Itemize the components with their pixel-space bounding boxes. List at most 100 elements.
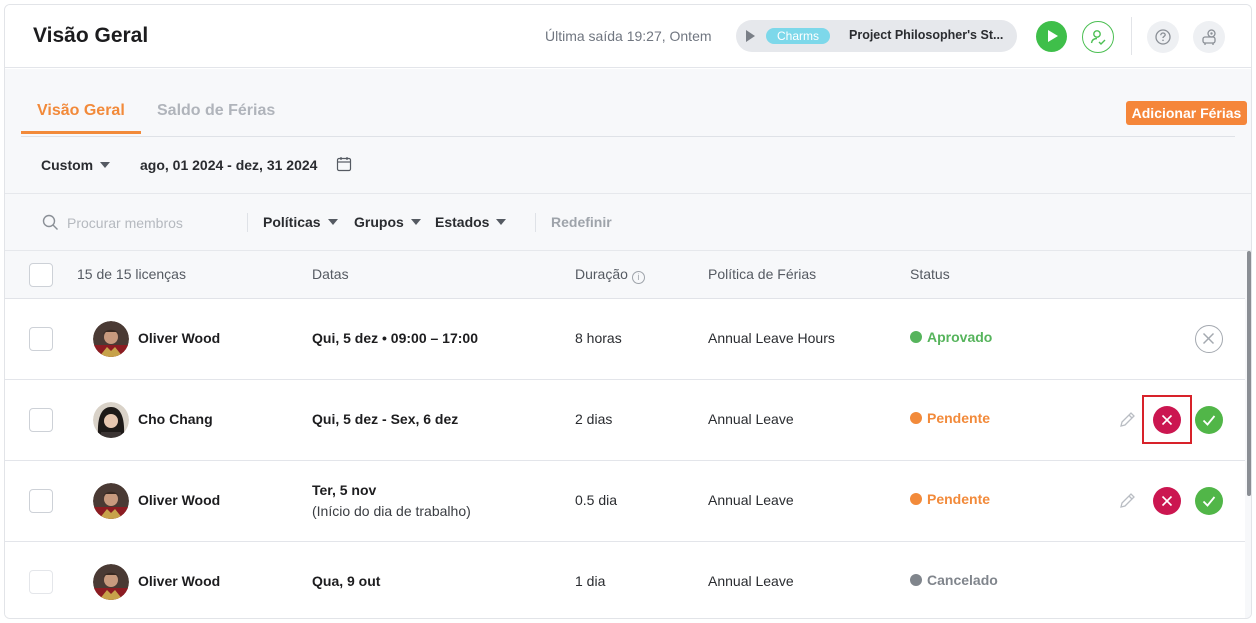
reject-leave-button[interactable]: [1153, 487, 1181, 515]
checkmark-icon: [1202, 496, 1216, 507]
leave-dates: Qui, 5 dez • 09:00 – 17:00: [312, 330, 478, 346]
avatar: [93, 402, 129, 438]
tab-overview[interactable]: Visão Geral: [37, 102, 125, 120]
edit-leave-button[interactable]: [1112, 406, 1140, 434]
states-dropdown[interactable]: Estados: [435, 214, 507, 230]
date-range-value[interactable]: ago, 01 2024 - dez, 31 2024: [140, 157, 317, 173]
row-checkbox[interactable]: [29, 327, 53, 351]
project-tag-badge: Charms: [766, 28, 830, 44]
table-row[interactable]: Oliver Wood Ter, 5 nov (Início do dia de…: [5, 461, 1245, 542]
date-mode-dropdown[interactable]: Custom: [41, 157, 111, 173]
row-checkbox[interactable]: [29, 408, 53, 432]
active-tab-indicator: [21, 131, 141, 134]
status-label: Cancelado: [927, 572, 998, 588]
table-row[interactable]: Oliver Wood Qui, 5 dez • 09:00 – 17:00 8…: [5, 299, 1245, 380]
approve-leave-button[interactable]: [1195, 487, 1223, 515]
row-checkbox[interactable]: [29, 489, 53, 513]
leave-dates: Ter, 5 nov: [312, 482, 377, 498]
row-checkbox[interactable]: [29, 570, 53, 594]
team-settings-icon: [1202, 29, 1216, 45]
pencil-icon: [1120, 412, 1135, 427]
date-mode-label: Custom: [41, 157, 94, 173]
reject-button-highlight: [1142, 395, 1192, 444]
status-badge: Cancelado: [910, 572, 998, 588]
cancelled-icon: [910, 574, 922, 586]
leave-duration: 0.5 dia: [575, 492, 618, 508]
close-icon: [1202, 332, 1215, 345]
top-header: Visão Geral Última saída 19:27, Ontem Ch…: [5, 5, 1251, 68]
user-check-icon: [1090, 30, 1106, 45]
leave-policy: Annual Leave: [708, 411, 794, 427]
count-header: 15 de 15 licenças: [77, 266, 186, 282]
start-timer-button[interactable]: [1036, 21, 1067, 52]
select-all-checkbox[interactable]: [29, 263, 53, 287]
timer-play-icon[interactable]: [746, 30, 755, 42]
table-row[interactable]: Oliver Wood Qua, 9 out 1 dia Annual Leav…: [5, 542, 1245, 618]
check-circle-icon: [910, 331, 922, 343]
groups-label: Grupos: [354, 214, 404, 230]
groups-dropdown[interactable]: Grupos: [354, 214, 421, 230]
status-badge: Pendente: [910, 410, 990, 426]
info-icon[interactable]: i: [631, 271, 645, 284]
search-icon: [42, 214, 58, 230]
leave-duration: 1 dia: [575, 573, 606, 589]
table-header: 15 de 15 licenças Datas Duração i Polític…: [5, 251, 1245, 299]
member-name[interactable]: Oliver Wood: [138, 330, 220, 346]
timer-widget[interactable]: Charms Project Philosopher's St...: [736, 20, 1017, 52]
filter-row: Políticas Grupos Estados Redefinir: [5, 194, 1251, 251]
status-label: Pendente: [927, 491, 991, 507]
pencil-icon: [1120, 493, 1135, 508]
avatar: [93, 321, 129, 357]
leave-duration: 8 horas: [575, 330, 622, 346]
date-filter-row: Custom ago, 01 2024 - dez, 31 2024: [5, 137, 1251, 194]
close-icon: [1161, 495, 1173, 507]
table-row[interactable]: Cho Chang Qui, 5 dez - Sex, 6 dez 2 dias…: [5, 380, 1245, 461]
policies-label: Políticas: [263, 214, 321, 230]
tab-leave-balance[interactable]: Saldo de Férias: [157, 102, 275, 120]
chevron-down-icon: [327, 219, 338, 225]
chevron-down-icon: [496, 219, 507, 225]
duration-header[interactable]: Duração i: [575, 266, 645, 284]
add-leave-button[interactable]: Adicionar Férias: [1126, 101, 1247, 125]
cancel-leave-button[interactable]: [1195, 325, 1223, 353]
header-divider: [1131, 17, 1132, 55]
leave-table: 15 de 15 licenças Datas Duração i Polític…: [5, 251, 1245, 618]
edit-leave-button[interactable]: [1112, 487, 1140, 515]
app-window: Visão Geral Última saída 19:27, Ontem Ch…: [4, 4, 1252, 619]
help-button[interactable]: [1147, 21, 1179, 53]
member-name[interactable]: Cho Chang: [138, 411, 213, 427]
page-title: Visão Geral: [33, 24, 149, 47]
main-content: Visão Geral Saldo de Férias Adicionar Fé…: [5, 69, 1251, 618]
leave-dates-note: (Início do dia de trabalho): [312, 503, 471, 519]
policy-header[interactable]: Política de Férias: [708, 266, 816, 282]
dates-header[interactable]: Datas: [312, 266, 349, 282]
policies-dropdown[interactable]: Políticas: [263, 214, 338, 230]
pending-icon: [910, 493, 922, 505]
member-name[interactable]: Oliver Wood: [138, 573, 220, 589]
status-header[interactable]: Status: [910, 266, 950, 282]
checkmark-icon: [1202, 415, 1216, 426]
states-label: Estados: [435, 214, 490, 230]
project-name: Project Philosopher's St...: [849, 28, 1004, 42]
approve-leave-button[interactable]: [1195, 406, 1223, 434]
help-icon: [1155, 29, 1171, 45]
avatar: [93, 483, 129, 519]
duration-header-label: Duração: [575, 266, 628, 282]
status-label: Aprovado: [927, 329, 993, 345]
filter-divider: [535, 213, 536, 232]
calendar-icon[interactable]: [336, 156, 352, 172]
user-check-button[interactable]: [1082, 21, 1114, 53]
leave-dates: Qua, 9 out: [312, 573, 381, 589]
status-badge: Aprovado: [910, 329, 992, 345]
search-members-input[interactable]: [67, 212, 237, 234]
member-name[interactable]: Oliver Wood: [138, 492, 220, 508]
leave-policy: Annual Leave: [708, 573, 794, 589]
status-badge: Pendente: [910, 491, 990, 507]
filter-divider: [247, 213, 248, 232]
reset-filters-button[interactable]: Redefinir: [551, 214, 612, 230]
vertical-scrollbar[interactable]: [1247, 251, 1251, 496]
team-settings-button[interactable]: [1193, 21, 1225, 53]
last-exit-text: Última saída 19:27, Ontem: [545, 28, 712, 44]
avatar: [93, 564, 129, 600]
chevron-down-icon: [100, 162, 111, 168]
